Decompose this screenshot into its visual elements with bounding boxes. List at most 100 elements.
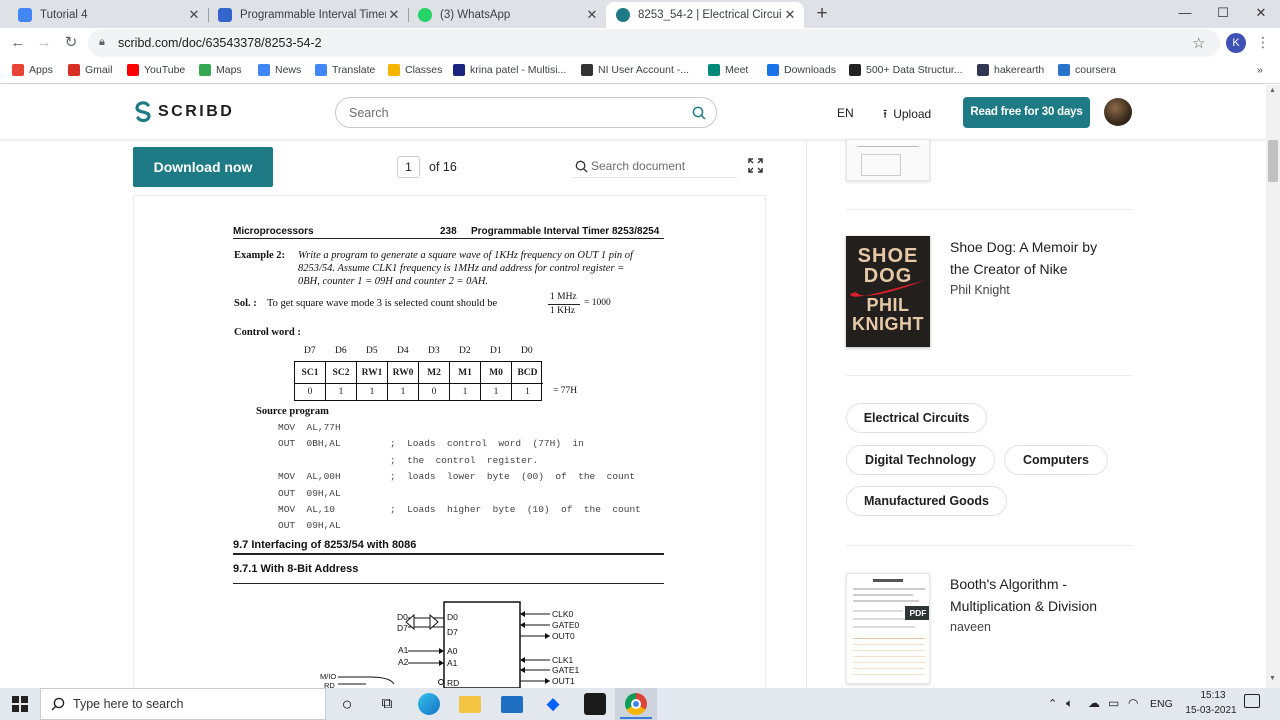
tab-title: Programmable Interval Timer 82 (240, 9, 386, 21)
pin-label: GATE0 (552, 620, 580, 630)
bookmarks-overflow-button[interactable]: » (1257, 64, 1263, 76)
tag-manufactured-goods[interactable]: Manufactured Goods (846, 486, 1007, 516)
user-avatar[interactable] (1104, 98, 1132, 126)
wifi-icon[interactable]: ◠ (1128, 696, 1138, 710)
clock-date[interactable]: 15-03-2021 (1180, 705, 1242, 716)
bookmark-item[interactable]: Gmail (68, 64, 112, 76)
reload-icon[interactable]: ↻ (60, 32, 82, 54)
bookmark-item[interactable]: coursera (1058, 64, 1116, 76)
tab-whatsapp[interactable]: (3) WhatsApp ✕ (408, 2, 606, 28)
bookmark-item[interactable]: Classes (388, 64, 442, 76)
pin-label: A0 (447, 646, 458, 656)
scroll-down-icon[interactable]: ▼ (1269, 675, 1276, 682)
show-hidden-icons[interactable]: ⌃ (1048, 697, 1057, 710)
address-bar[interactable]: 🔒︎ scribd.com/doc/63543378/8253-54-2 ☆ (88, 29, 1220, 57)
volume-icon[interactable]: 🔈︎ (1066, 696, 1073, 711)
interface-diagram: D0 D7 A1 A2 M/IO RD D0 D7 A0 A1 RD CLK0 … (320, 601, 580, 688)
section-heading-9-7-1: 9.7.1 With 8-Bit Address (233, 563, 359, 575)
mail-icon[interactable] (501, 696, 523, 713)
cortana-icon[interactable]: ○ (336, 693, 358, 715)
notifications-icon[interactable] (1244, 694, 1260, 708)
close-tab-icon[interactable]: ✕ (782, 7, 798, 23)
tab-tutorial[interactable]: Tutorial 4 ✕ (8, 2, 208, 28)
search-icon[interactable] (692, 106, 706, 120)
search-placeholder: Search (349, 106, 389, 120)
bookmark-item[interactable]: krina patel - Multisi... (453, 64, 566, 76)
tag-electrical-circuits[interactable]: Electrical Circuits (846, 403, 987, 433)
close-tab-icon[interactable]: ✕ (386, 7, 402, 23)
task-view-icon[interactable]: ⧉ (376, 693, 398, 715)
bookmark-item[interactable]: YouTube (127, 64, 185, 76)
battery-icon[interactable]: ▭ (1108, 696, 1119, 710)
close-window-button[interactable]: ✕ (1242, 0, 1280, 28)
profile-avatar[interactable]: K (1226, 33, 1246, 53)
language-indicator[interactable]: ENG (1150, 698, 1173, 710)
pin-label: D7 (397, 623, 408, 633)
maximize-button[interactable]: ☐ (1204, 0, 1242, 28)
chrome-menu-icon[interactable]: ⋮ (1256, 34, 1270, 51)
clock-time[interactable]: 15:13 (1188, 690, 1238, 701)
shoe-dog-cover[interactable]: SHOE DOG PHIL KNIGHT (846, 236, 930, 347)
bookmark-item[interactable]: hakerearth (977, 64, 1044, 76)
dropbox-icon[interactable]: ◆ (542, 693, 564, 715)
example-label: Example 2: (234, 250, 286, 261)
search-document-input[interactable]: Search document (572, 155, 737, 178)
bookmark-item[interactable]: Apps (12, 64, 53, 76)
forward-icon[interactable]: → (33, 32, 55, 54)
bookmark-star-icon[interactable]: ☆ (1192, 34, 1205, 52)
bookmark-icon (849, 64, 861, 76)
back-icon[interactable]: ← (7, 32, 29, 54)
chrome-icon[interactable] (625, 693, 647, 715)
tag-digital-technology[interactable]: Digital Technology (846, 445, 995, 475)
book-title-booths-algorithm[interactable]: Booth's Algorithm - Multiplication & Div… (950, 573, 1120, 617)
windows-start-icon[interactable] (12, 696, 28, 712)
file-explorer-icon[interactable] (459, 696, 481, 713)
close-tab-icon[interactable]: ✕ (186, 7, 202, 23)
bit-name-cell: M1 (450, 362, 481, 384)
minimize-button[interactable]: — (1166, 0, 1204, 28)
close-tab-icon[interactable]: ✕ (584, 7, 600, 23)
bookmarks-bar: Apps Gmail YouTube Maps News Translate Classes… (0, 58, 1280, 84)
bookmark-label: krina patel - Multisi... (470, 64, 567, 76)
book-author-shoe-dog[interactable]: Phil Knight (950, 283, 1010, 297)
bookmark-label: News (275, 64, 302, 76)
language-selector[interactable]: EN (837, 106, 854, 120)
edge-icon[interactable] (418, 693, 440, 715)
bookmark-label: Translate (332, 64, 376, 76)
tab-programmable-timer[interactable]: Programmable Interval Timer 82 ✕ (208, 2, 408, 28)
bookmark-item[interactable]: Meet (708, 64, 748, 76)
scribd-header: SCRIBD Search EN ⭱ Upload Read free for 3… (0, 85, 1266, 139)
search-icon (575, 160, 588, 173)
page-favicon-icon (218, 8, 232, 22)
taskbar-search-input[interactable]: Type here to search (40, 688, 326, 720)
subsection-rule (233, 583, 664, 584)
scroll-up-icon[interactable]: ▲ (1269, 87, 1276, 94)
scribd-logo[interactable]: SCRIBD (134, 101, 234, 123)
onedrive-icon[interactable]: ☁ (1088, 696, 1100, 710)
bookmark-item[interactable]: News (258, 64, 301, 76)
predator-app-icon[interactable] (584, 693, 606, 715)
bookmark-icon (315, 64, 327, 76)
booths-algorithm-cover[interactable]: PDF (846, 573, 930, 684)
book-author-booths-algorithm[interactable]: naveen (950, 620, 991, 634)
scrollbar-thumb[interactable] (1268, 140, 1278, 182)
download-button[interactable]: Download now (133, 147, 273, 187)
search-icon (51, 697, 65, 711)
read-free-button[interactable]: Read free for 30 days (963, 97, 1090, 128)
bookmark-label: YouTube (144, 64, 186, 76)
page-number-input[interactable]: 1 (397, 156, 420, 178)
bookmark-item[interactable]: Translate (315, 64, 375, 76)
new-tab-button[interactable]: + (812, 3, 832, 25)
tag-computers[interactable]: Computers (1004, 445, 1108, 475)
upload-button[interactable]: ⭱ Upload (883, 105, 931, 126)
search-input[interactable]: Search (335, 97, 717, 128)
fullscreen-icon[interactable] (748, 158, 763, 173)
bit-value-cell: 1 (388, 384, 419, 400)
bookmark-item[interactable]: Downloads (767, 64, 836, 76)
prev-book-cover[interactable] (846, 139, 930, 181)
tab-scribd[interactable]: 8253_54-2 | Electrical Circuits | D ✕ (606, 2, 804, 28)
bookmark-item[interactable]: NI User Account -... (581, 64, 689, 76)
book-title-shoe-dog[interactable]: Shoe Dog: A Memoir by the Creator of Nik… (950, 236, 1120, 280)
bookmark-item[interactable]: 500+ Data Structur... (849, 64, 963, 76)
bookmark-item[interactable]: Maps (199, 64, 242, 76)
